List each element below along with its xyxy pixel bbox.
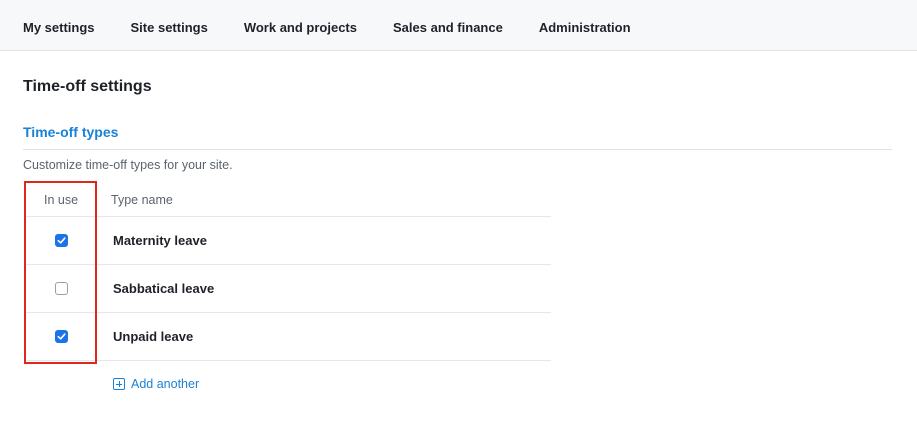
table-row: Sabbatical leave	[26, 265, 551, 313]
in-use-cell	[26, 234, 96, 247]
table-row: Maternity leave	[26, 217, 551, 265]
column-header-in-use: In use	[43, 192, 79, 207]
tab-work-and-projects[interactable]: Work and projects	[226, 0, 375, 51]
table-header-row: In use Type name	[26, 183, 551, 217]
tab-administration[interactable]: Administration	[521, 0, 649, 51]
in-use-checkbox[interactable]	[54, 234, 68, 247]
plus-square-icon	[113, 378, 125, 390]
checkmark-icon	[57, 237, 66, 244]
tab-my-settings[interactable]: My settings	[0, 0, 113, 51]
in-use-checkbox[interactable]	[54, 330, 68, 343]
type-name: Sabbatical leave	[113, 281, 215, 296]
section-description: Customize time-off types for your site.	[23, 158, 233, 172]
tab-sales-and-finance[interactable]: Sales and finance	[375, 0, 521, 51]
in-use-cell	[26, 282, 96, 295]
add-another-button[interactable]: Add another	[113, 377, 199, 391]
type-name: Maternity leave	[113, 233, 207, 248]
in-use-checkbox[interactable]	[54, 282, 68, 295]
section-divider	[23, 149, 892, 150]
time-off-types-table: In use Type name Maternity leave Sabbati…	[26, 183, 551, 361]
section-title: Time-off types	[23, 124, 119, 140]
tab-site-settings[interactable]: Site settings	[113, 0, 226, 51]
column-header-type-name: Type name	[111, 192, 173, 207]
type-name: Unpaid leave	[113, 329, 194, 344]
page-title: Time-off settings	[23, 78, 152, 95]
add-another-label: Add another	[131, 377, 200, 391]
top-navigation: My settings Site settings Work and proje…	[0, 0, 917, 51]
checkmark-icon	[57, 333, 66, 340]
in-use-cell	[26, 330, 96, 343]
table-row: Unpaid leave	[26, 313, 551, 361]
